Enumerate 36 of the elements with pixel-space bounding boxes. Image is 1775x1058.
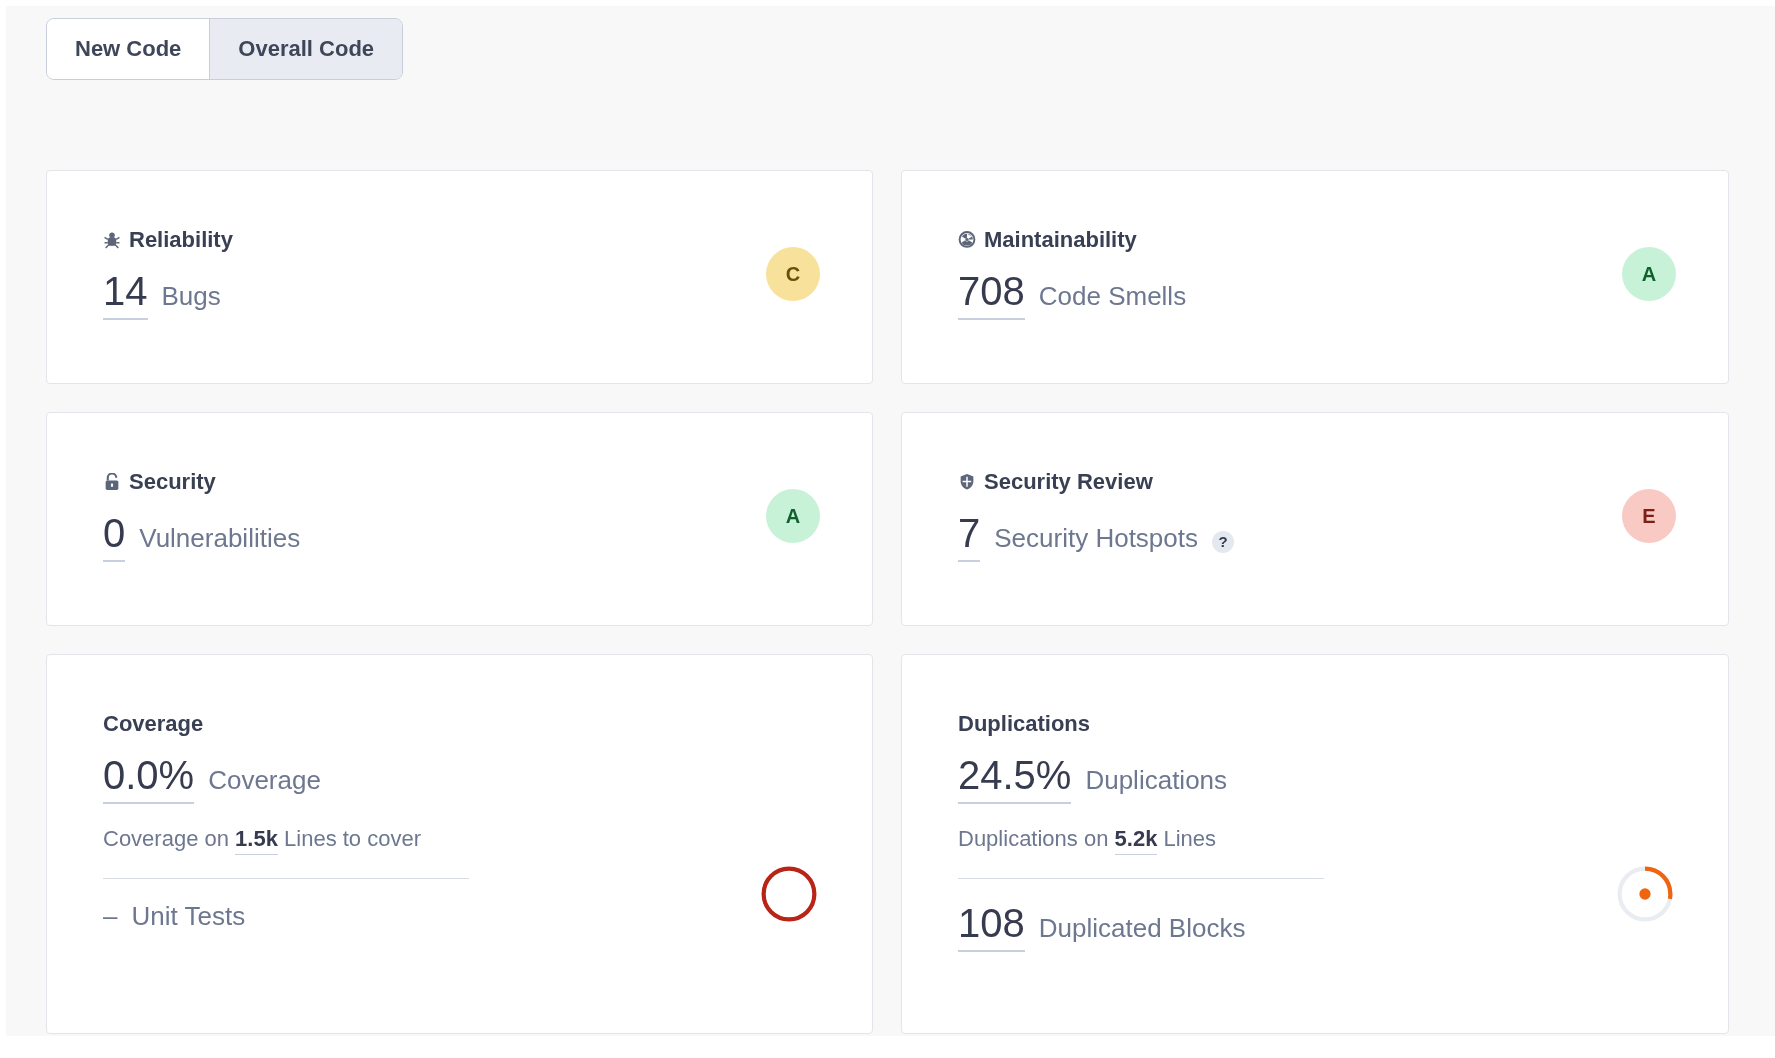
metric-value-link[interactable]: 0.0%	[103, 753, 195, 804]
tab[interactable]: Overall Code	[209, 19, 403, 79]
metric-value-link[interactable]: 708	[958, 269, 1025, 320]
bug-icon	[103, 231, 121, 249]
metric-value-link[interactable]: 7	[958, 511, 981, 562]
empty-value: –	[103, 901, 118, 932]
rating-badge: A	[1622, 247, 1676, 301]
metric-label: Vulnerabilities	[139, 523, 301, 554]
card-title: Coverage	[103, 711, 204, 737]
metric-value-link[interactable]: 24.5%	[958, 753, 1072, 804]
shield-icon	[958, 473, 976, 491]
detail-value-link[interactable]: 5.2k	[1114, 826, 1158, 855]
tab[interactable]: New Code	[47, 19, 210, 79]
card-title: Reliability	[129, 227, 233, 253]
help-icon[interactable]: ?	[1212, 530, 1234, 553]
card-title: Security Review	[984, 469, 1153, 495]
metric-label: Duplicated Blocks	[1038, 913, 1246, 944]
metric-value-link[interactable]: 108	[958, 901, 1025, 952]
rating-badge: A	[766, 489, 820, 543]
padlock-icon	[103, 473, 121, 491]
metric-label: Code Smells	[1038, 281, 1187, 312]
metric-label: Duplications	[1085, 765, 1228, 796]
metric-label: Security Hotspots	[994, 523, 1198, 554]
metric-label: Coverage	[208, 765, 321, 796]
metric-value-link[interactable]: 14	[103, 269, 148, 320]
rating-badge: E	[1622, 489, 1676, 543]
detail-text: Duplications on 5.2k Lines	[958, 826, 1324, 852]
metric-label: Unit Tests	[131, 901, 246, 932]
detail-value-link[interactable]: 1.5k	[235, 826, 278, 855]
card-title: Maintainability	[984, 227, 1137, 253]
metric-label: Bugs	[161, 281, 221, 312]
rating-badge: C	[766, 247, 820, 301]
detail-text: Coverage on 1.5k Lines to cover	[103, 826, 469, 852]
card-title: Duplications	[958, 711, 1090, 737]
metric-value-link[interactable]: 0	[103, 511, 126, 562]
card-title: Security	[129, 469, 216, 495]
